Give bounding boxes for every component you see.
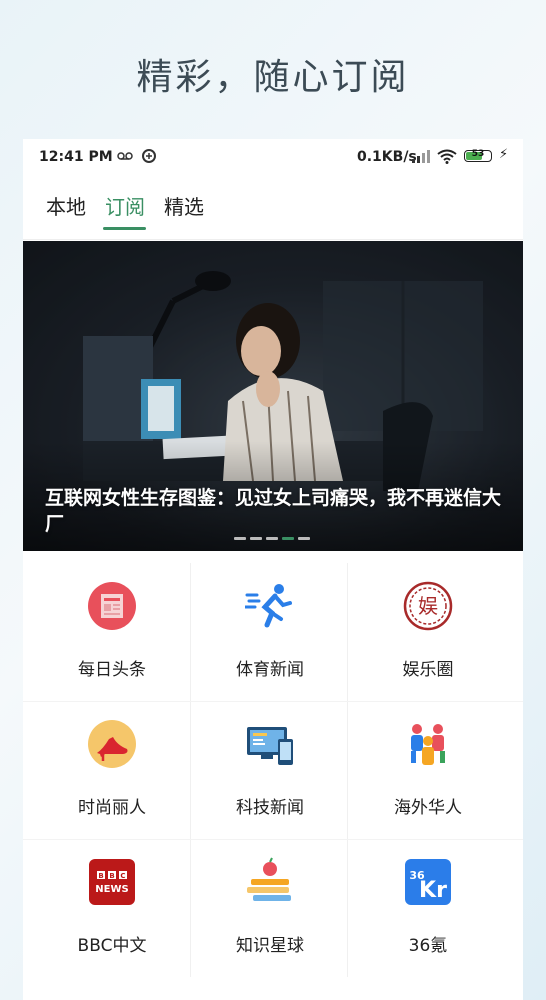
divider xyxy=(23,239,523,240)
featured-banner[interactable]: 互联网女性生存图鉴：见过女上司痛哭，我不再迷信大厂 xyxy=(23,241,523,551)
channel-label: BBC中文 xyxy=(77,936,147,956)
svg-text:娱: 娱 xyxy=(418,594,438,618)
svg-text:B: B xyxy=(98,872,103,880)
channel-label: 时尚丽人 xyxy=(78,798,146,818)
channel-label: 36氪 xyxy=(408,936,448,956)
channel-daily-headlines[interactable]: 每日头条 xyxy=(33,563,191,701)
active-tab-indicator xyxy=(103,227,146,230)
wifi-icon xyxy=(437,149,457,168)
people-icon xyxy=(403,719,453,769)
data-saver-icon xyxy=(141,148,157,168)
carousel-dot-active[interactable] xyxy=(282,537,294,540)
channel-tech-news[interactable]: 科技新闻 xyxy=(191,701,349,839)
channel-label: 娱乐圈 xyxy=(402,660,454,680)
svg-text:B: B xyxy=(109,872,114,880)
channel-label: 每日头条 xyxy=(78,660,146,680)
entertainment-seal-icon: 娱 xyxy=(403,581,453,631)
network-speed: 0.1KB/s xyxy=(357,149,417,165)
channel-entertainment[interactable]: 娱 娱乐圈 xyxy=(349,563,507,701)
bbc-news-icon: B B C NEWS xyxy=(87,857,137,907)
carousel-dot[interactable] xyxy=(266,537,278,540)
voicemail-icon xyxy=(117,150,133,166)
tab-subscribe[interactable]: 订阅 xyxy=(105,191,145,220)
channel-label: 科技新闻 xyxy=(236,798,304,818)
status-bar: 12:41 PM 0.1KB/s 53 ⚡ xyxy=(23,139,523,175)
tab-bar: 本地 订阅 精选 xyxy=(23,191,523,231)
svg-text:NEWS: NEWS xyxy=(95,884,128,895)
signal-icon xyxy=(412,150,430,167)
svg-text:C: C xyxy=(120,872,125,880)
battery-level: 53 xyxy=(471,149,485,159)
channel-label: 体育新闻 xyxy=(236,660,304,680)
channel-sports-news[interactable]: 体育新闻 xyxy=(191,563,349,701)
channel-label: 海外华人 xyxy=(394,798,462,818)
runner-icon xyxy=(243,581,295,631)
36kr-icon: 36 Kr xyxy=(403,857,453,907)
channel-bbc-chinese[interactable]: B B C NEWS BBC中文 xyxy=(33,839,191,977)
headline: 精彩，随心订阅 xyxy=(136,57,410,98)
newspaper-icon xyxy=(87,581,137,631)
channel-36kr[interactable]: 36 Kr 36氪 xyxy=(349,839,507,977)
svg-text:Kr: Kr xyxy=(419,878,447,903)
channel-label: 知识星球 xyxy=(236,936,304,956)
carousel-dot[interactable] xyxy=(250,537,262,540)
charging-icon: ⚡ xyxy=(499,147,509,162)
channel-grid: 每日头条 体育新闻 娱 娱乐圈 时尚丽人 科技新闻 海外华人 B B C NEW… xyxy=(23,563,523,983)
phone-screen: 12:41 PM 0.1KB/s 53 ⚡ 本地 订阅 精选 互联网女性生存图鉴… xyxy=(23,139,523,1000)
status-time: 12:41 PM xyxy=(39,149,113,165)
high-heel-icon xyxy=(87,719,137,769)
channel-fashion[interactable]: 时尚丽人 xyxy=(33,701,191,839)
banner-caption: 互联网女性生存图鉴：见过女上司痛哭，我不再迷信大厂 xyxy=(45,487,502,535)
carousel-dot[interactable] xyxy=(298,537,310,540)
devices-icon xyxy=(245,719,295,769)
channel-overseas-chinese[interactable]: 海外华人 xyxy=(349,701,507,839)
channel-knowledge-planet[interactable]: 知识星球 xyxy=(191,839,349,977)
tab-local[interactable]: 本地 xyxy=(46,191,86,220)
battery-icon: 53 xyxy=(464,149,492,162)
tab-featured[interactable]: 精选 xyxy=(164,191,204,220)
carousel-dot[interactable] xyxy=(234,537,246,540)
books-apple-icon xyxy=(245,857,295,907)
